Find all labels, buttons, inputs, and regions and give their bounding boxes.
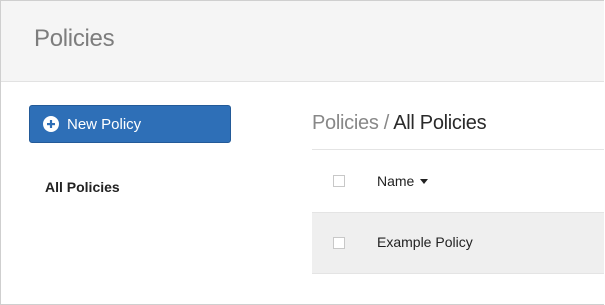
column-header-name-label: Name [377,173,415,189]
breadcrumb-separator: / [378,112,394,134]
breadcrumb-current: All Policies [393,112,487,134]
page-header: Policies [1,1,604,82]
row-checkbox[interactable] [333,237,345,249]
table-row[interactable]: Example Policy [312,213,604,274]
page-title: Policies [34,25,115,52]
select-all-checkbox[interactable] [333,175,345,187]
column-header-name[interactable]: Name [377,173,429,189]
plus-circle-icon [43,116,59,132]
policy-name-cell[interactable]: Example Policy [377,234,473,250]
app-frame: Policies New Policy All Policies Policie… [0,0,604,305]
table-header-row: Name [312,149,604,213]
breadcrumb-parent[interactable]: Policies [312,112,379,134]
policies-table: Name Example Policy [312,149,604,274]
sidebar-item-all-policies[interactable]: All Policies [45,179,120,195]
breadcrumb: Policies / All Policies [312,112,487,135]
new-policy-button[interactable]: New Policy [29,105,231,143]
new-policy-label: New Policy [67,115,142,133]
sort-descending-icon [420,178,429,184]
